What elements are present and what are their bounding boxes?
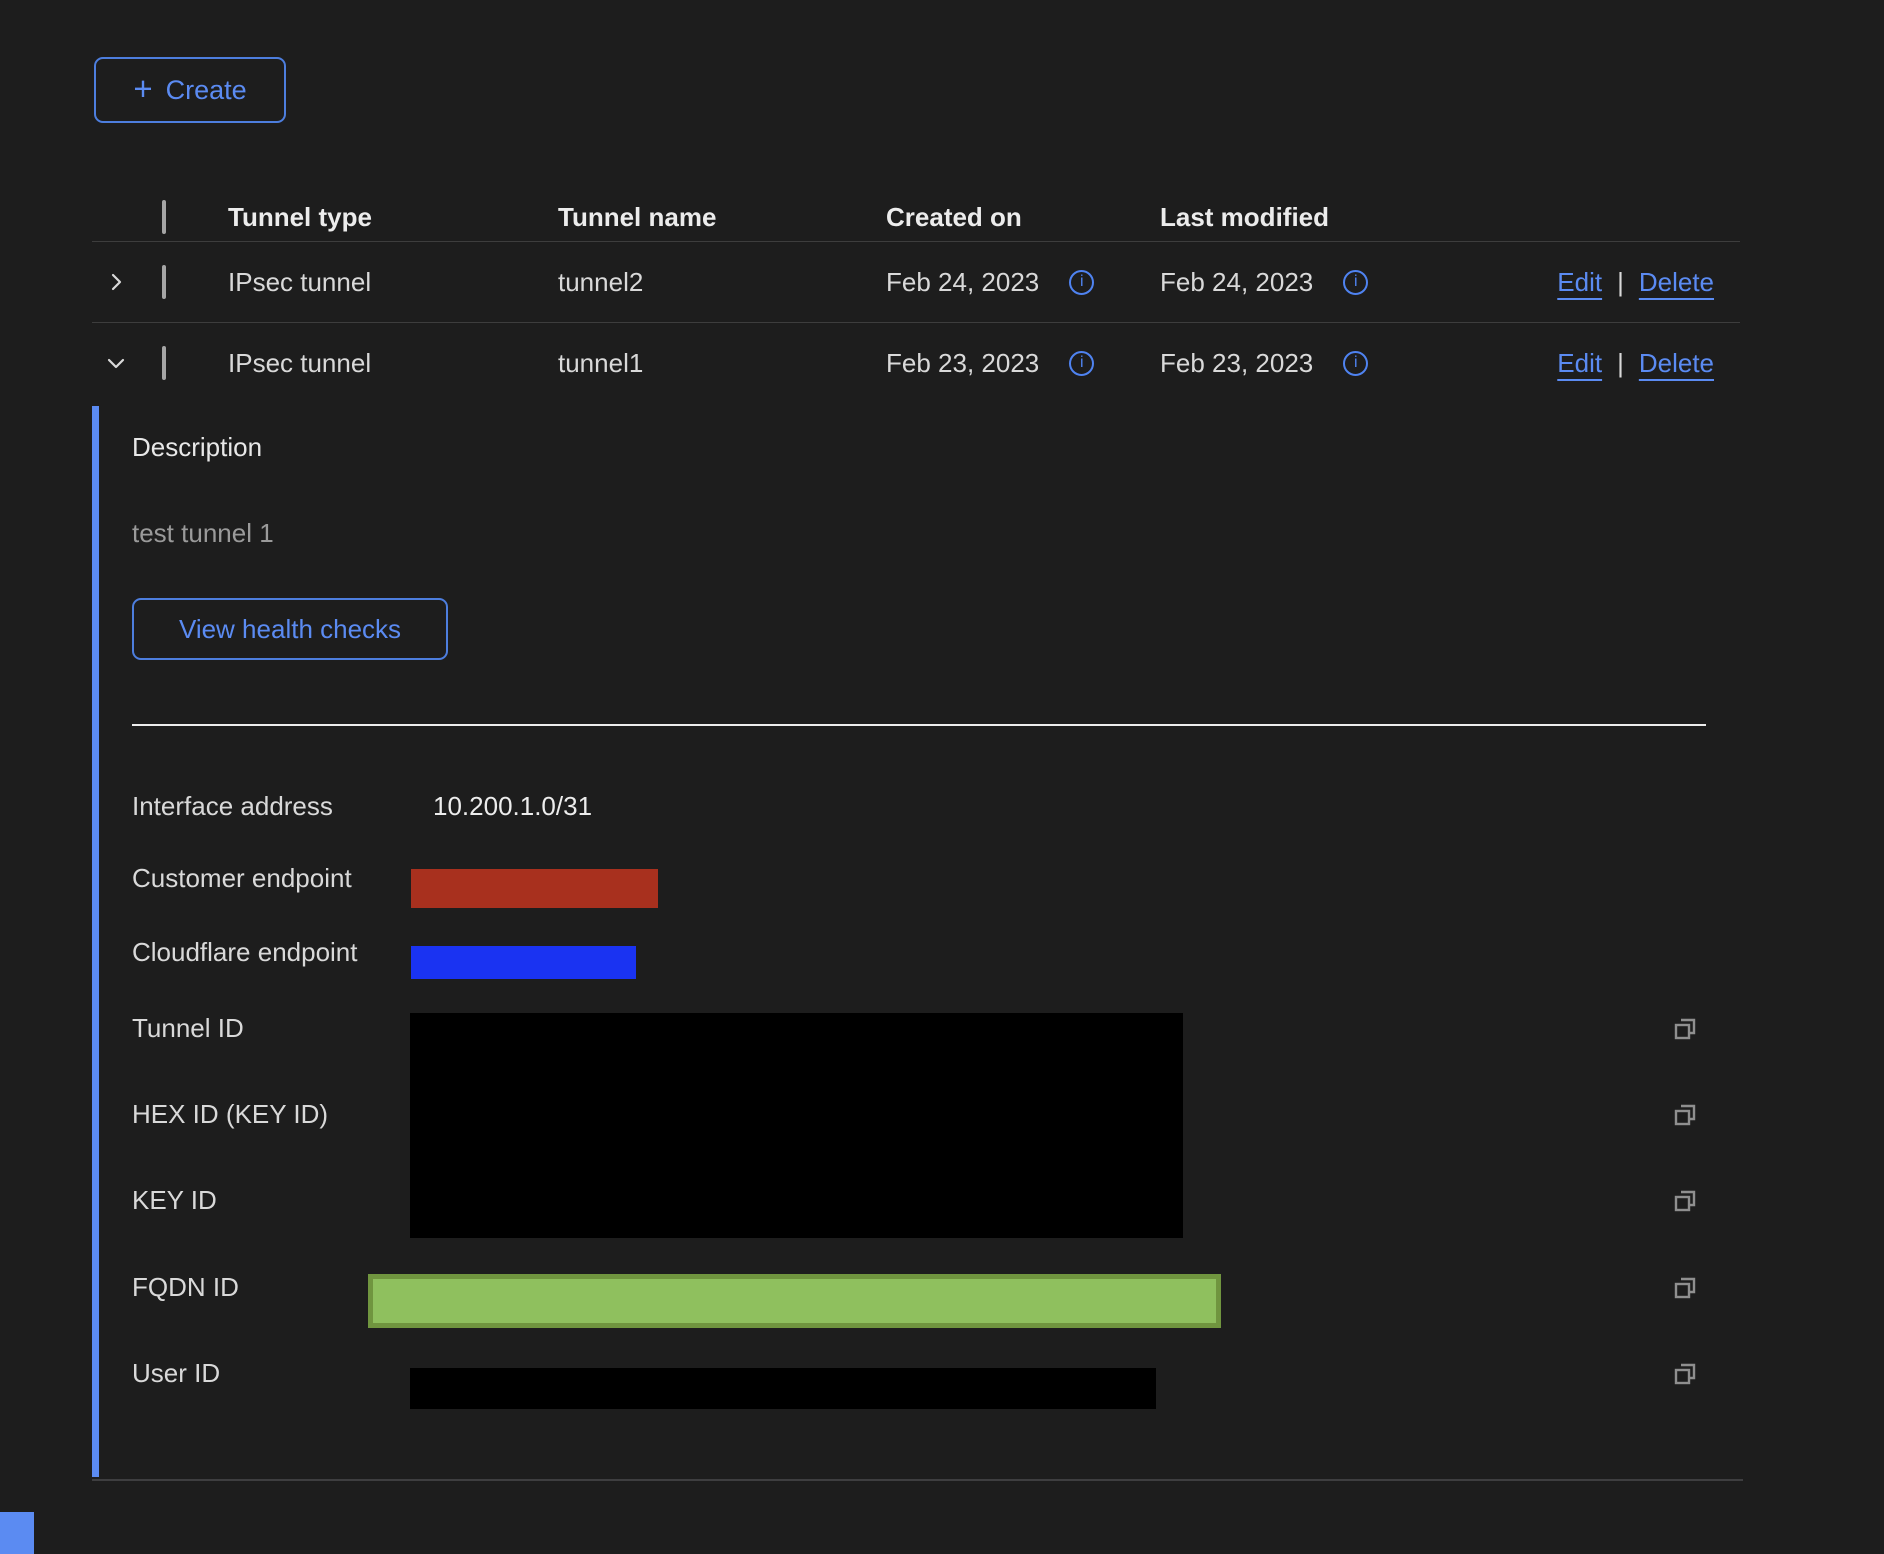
row-checkbox[interactable] xyxy=(162,346,166,380)
customer-endpoint-redacted-value xyxy=(411,869,658,908)
create-button[interactable]: + Create xyxy=(94,57,286,123)
last-modified-cell: Feb 23, 2023 xyxy=(1160,348,1313,379)
edit-link[interactable]: Edit xyxy=(1557,348,1602,379)
view-health-checks-button[interactable]: View health checks xyxy=(132,598,448,660)
tunnel-name-cell: tunnel1 xyxy=(558,348,886,379)
expand-toggle[interactable] xyxy=(92,270,162,294)
delete-link[interactable]: Delete xyxy=(1639,348,1714,379)
col-header-tunnel-name: Tunnel name xyxy=(558,202,886,233)
bottom-left-accent xyxy=(0,1512,34,1554)
row-checkbox[interactable] xyxy=(162,265,166,299)
info-icon[interactable]: i xyxy=(1069,270,1094,295)
hex-id-label: HEX ID (KEY ID) xyxy=(132,1099,328,1130)
created-on-cell: Feb 23, 2023 xyxy=(886,348,1039,379)
table-header-row: Tunnel type Tunnel name Created on Last … xyxy=(92,194,1740,242)
tunnel-name-cell: tunnel2 xyxy=(558,267,886,298)
interface-address-label: Interface address xyxy=(132,791,333,822)
fqdn-id-label: FQDN ID xyxy=(132,1272,239,1303)
copy-hex-id-button[interactable] xyxy=(1670,1100,1700,1130)
table-row-tunnel2: IPsec tunnel tunnel2 Feb 24, 2023 i Feb … xyxy=(92,242,1740,323)
description-value: test tunnel 1 xyxy=(132,518,274,549)
tunnels-page: + Create Tunnel type Tunnel name Created… xyxy=(0,0,1884,1554)
delete-link[interactable]: Delete xyxy=(1639,267,1714,298)
table-row-tunnel1: IPsec tunnel tunnel1 Feb 23, 2023 i Feb … xyxy=(92,323,1740,403)
info-icon[interactable]: i xyxy=(1343,351,1368,376)
action-separator: | xyxy=(1617,348,1624,379)
interface-address-value: 10.200.1.0/31 xyxy=(433,791,592,822)
user-id-label: User ID xyxy=(132,1358,220,1389)
cloudflare-endpoint-label: Cloudflare endpoint xyxy=(132,937,358,968)
tunnel-hex-key-id-redacted-values xyxy=(410,1013,1183,1238)
copy-icon xyxy=(1670,1186,1700,1216)
tunnel-table: Tunnel type Tunnel name Created on Last … xyxy=(92,194,1740,403)
section-divider xyxy=(132,724,1706,726)
fqdn-id-redacted-value xyxy=(368,1274,1221,1328)
tunnel-type-cell: IPsec tunnel xyxy=(228,348,558,379)
create-button-label: Create xyxy=(166,75,247,106)
last-modified-cell: Feb 24, 2023 xyxy=(1160,267,1313,298)
tunnel-id-label: Tunnel ID xyxy=(132,1013,244,1044)
plus-icon: + xyxy=(133,72,152,105)
copy-fqdn-id-button[interactable] xyxy=(1670,1273,1700,1303)
copy-icon xyxy=(1670,1273,1700,1303)
col-header-tunnel-type: Tunnel type xyxy=(228,202,558,233)
copy-key-id-button[interactable] xyxy=(1670,1186,1700,1216)
key-id-label: KEY ID xyxy=(132,1185,217,1216)
copy-icon xyxy=(1670,1014,1700,1044)
action-separator: | xyxy=(1617,267,1624,298)
select-all-checkbox[interactable] xyxy=(162,200,166,234)
edit-link[interactable]: Edit xyxy=(1557,267,1602,298)
description-label: Description xyxy=(132,432,262,463)
customer-endpoint-label: Customer endpoint xyxy=(132,863,352,894)
copy-icon xyxy=(1670,1100,1700,1130)
col-header-created-on: Created on xyxy=(886,202,1160,233)
cloudflare-endpoint-redacted-value xyxy=(411,946,636,979)
tunnel-type-cell: IPsec tunnel xyxy=(228,267,558,298)
collapse-toggle[interactable] xyxy=(92,351,162,375)
copy-user-id-button[interactable] xyxy=(1670,1359,1700,1389)
created-on-cell: Feb 24, 2023 xyxy=(886,267,1039,298)
user-id-redacted-value xyxy=(410,1368,1156,1409)
chevron-down-icon xyxy=(104,351,128,375)
info-icon[interactable]: i xyxy=(1343,270,1368,295)
panel-bottom-divider xyxy=(92,1479,1743,1481)
chevron-right-icon xyxy=(104,270,128,294)
copy-icon xyxy=(1670,1359,1700,1389)
tunnel-detail-panel: Description test tunnel 1 View health ch… xyxy=(92,402,1743,1483)
info-icon[interactable]: i xyxy=(1069,351,1094,376)
copy-tunnel-id-button[interactable] xyxy=(1670,1014,1700,1044)
expanded-row-accent-bar xyxy=(92,406,99,1477)
col-header-last-modified: Last modified xyxy=(1160,202,1539,233)
